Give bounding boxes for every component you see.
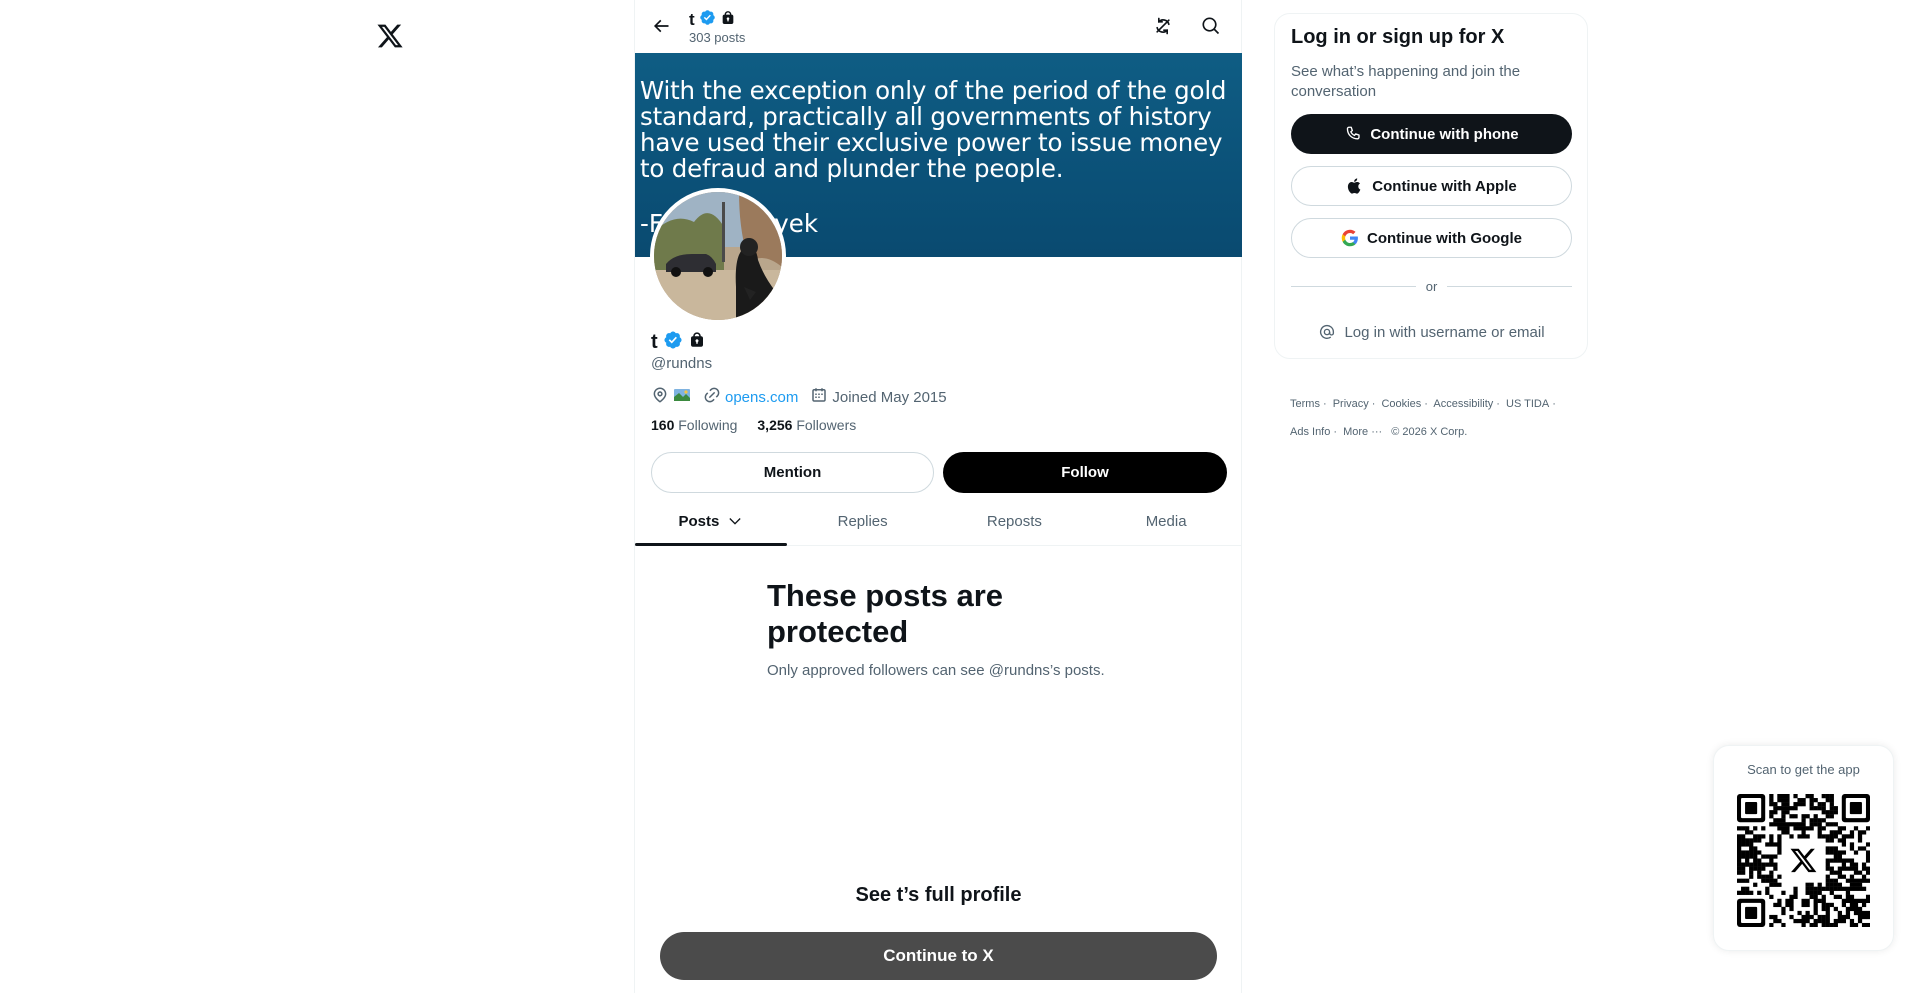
divider-line [1447, 285, 1572, 287]
tab-reposts-label: Reposts [986, 512, 1042, 530]
main-column: t 303 posts With the exception only of t… [634, 0, 1242, 993]
location-flag-icon [673, 386, 691, 408]
joined-date: Joined May 2015 [832, 388, 947, 406]
lock-icon [688, 331, 706, 354]
google-button-label: Continue with Google [1367, 229, 1522, 247]
footer-terms[interactable]: Terms [1290, 398, 1320, 410]
continue-to-x-button[interactable]: Continue to X [660, 932, 1217, 980]
or-label: or [1425, 278, 1438, 294]
login-card: Log in or sign up for X See what’s happe… [1274, 13, 1588, 359]
footer-more[interactable]: More ··· [1343, 426, 1382, 438]
tab-media-label: Media [1145, 512, 1187, 530]
following-link[interactable]: 160 Following [651, 417, 737, 433]
profile-tabs: Posts Replies Reposts Media [635, 497, 1242, 546]
google-icon [1341, 229, 1359, 247]
footer-ads-info[interactable]: Ads Info [1290, 426, 1330, 438]
x-logo-icon[interactable] [376, 22, 404, 50]
follow-counts: 160 Following 3,256 Followers [651, 417, 876, 433]
apple-icon [1346, 177, 1364, 195]
at-sign-icon [1318, 323, 1336, 341]
login-subtitle: See what’s happening and join the conver… [1291, 63, 1521, 100]
verified-badge-icon[interactable] [663, 330, 683, 355]
lock-icon [720, 10, 736, 31]
header-post-count: 303 posts [689, 30, 746, 45]
followers-count: 3,256 [757, 417, 793, 433]
followers-label: Followers [796, 417, 857, 433]
footer-cookies[interactable]: Cookies [1381, 398, 1421, 410]
calendar-icon [810, 386, 828, 408]
full-profile-heading: See t’s full profile [855, 884, 1022, 906]
qr-code [1737, 794, 1870, 927]
banner-quote: With the exception only of the period of… [640, 76, 1227, 183]
profile-name: t [651, 330, 706, 355]
header-name: t [689, 9, 736, 31]
following-label: Following [678, 417, 738, 433]
footer-privacy[interactable]: Privacy [1333, 398, 1369, 410]
footer-us-tida[interactable]: US TIDA [1506, 398, 1549, 410]
header-display-name: t [689, 10, 695, 29]
follow-button[interactable]: Follow [943, 452, 1227, 493]
phone-button-label: Continue with phone [1370, 125, 1519, 143]
search-icon[interactable] [1197, 12, 1225, 40]
tab-media[interactable]: Media [1090, 497, 1242, 545]
tab-replies[interactable]: Replies [787, 497, 939, 545]
or-divider: or [1291, 278, 1572, 294]
continue-with-apple-button[interactable]: Continue with Apple [1291, 166, 1572, 206]
tab-replies-label: Replies [837, 512, 888, 530]
avatar[interactable] [650, 188, 786, 324]
location-pin-icon [651, 386, 669, 408]
qr-app-card[interactable]: Scan to get the app [1713, 745, 1894, 951]
link-icon [703, 386, 721, 408]
footer-copyright: © 2026 X Corp. [1391, 426, 1468, 438]
joined-item: Joined May 2015 [810, 386, 947, 408]
qr-label: Scan to get the app [1747, 762, 1860, 777]
website-link[interactable]: opens.com [725, 389, 798, 406]
continue-with-phone-button[interactable]: Continue with phone [1291, 114, 1572, 154]
profile-header: t 303 posts [635, 0, 1242, 53]
login-username-button[interactable]: Log in with username or email [1291, 314, 1572, 350]
chevron-down-icon [727, 513, 743, 529]
location-item [651, 386, 691, 408]
footer-links: Terms · Privacy · Cookies · Accessibility · … [1290, 398, 1556, 438]
tab-posts-label: Posts [678, 512, 720, 530]
username-login-label: Log in with username or email [1344, 323, 1545, 341]
arrow-left-icon[interactable] [645, 10, 677, 42]
profile-meta: opens.com Joined May 2015 [651, 386, 959, 408]
mention-button[interactable]: Mention [651, 452, 934, 493]
profile-display-name: t [651, 331, 658, 353]
following-count: 160 [651, 417, 675, 433]
profile-handle: @rundns [651, 355, 713, 372]
followers-link[interactable]: 3,256 Followers [757, 417, 856, 433]
refresh-icon[interactable] [1149, 12, 1177, 40]
protected-subtitle: Only approved followers can see @rundns’… [767, 662, 1105, 679]
verified-badge-icon [699, 9, 716, 31]
footer-accessibility[interactable]: Accessibility [1433, 398, 1493, 410]
tab-posts[interactable]: Posts [635, 497, 787, 546]
continue-with-google-button[interactable]: Continue with Google [1291, 218, 1572, 258]
divider-line [1291, 285, 1416, 287]
protected-title: These posts are protected [767, 578, 1004, 649]
website-item[interactable]: opens.com [703, 386, 798, 408]
login-title: Log in or sign up for X [1291, 26, 1505, 48]
tab-reposts[interactable]: Reposts [939, 497, 1091, 545]
phone-icon [1344, 125, 1362, 143]
apple-button-label: Continue with Apple [1372, 177, 1517, 195]
